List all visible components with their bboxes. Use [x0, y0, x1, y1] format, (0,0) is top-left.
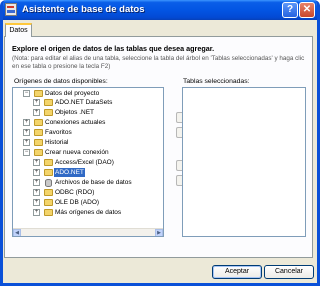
database-icon — [45, 179, 52, 187]
folder-icon — [44, 199, 53, 206]
expand-icon[interactable]: + — [23, 139, 30, 146]
tree-item-label: Datos del proyecto — [45, 90, 100, 97]
folder-icon — [34, 149, 43, 156]
tree-item-label: Conexiones actuales — [45, 119, 106, 126]
expand-icon[interactable]: + — [23, 119, 30, 126]
tree-item-label: Favoritos — [45, 129, 72, 136]
folder-icon — [34, 90, 43, 97]
scroll-left-icon[interactable]: ◀ — [13, 229, 21, 236]
scroll-right-icon[interactable]: ▶ — [155, 229, 163, 236]
title-bar[interactable]: Asistente de base de datos ? ✕ — [3, 0, 317, 20]
window-title: Asistente de base de datos — [22, 4, 145, 15]
collapse-icon[interactable]: − — [23, 90, 30, 97]
collapse-icon[interactable]: − — [23, 149, 30, 156]
folder-icon — [34, 129, 43, 136]
folder-icon — [44, 209, 53, 216]
cancel-button[interactable]: Cancelar — [264, 265, 314, 279]
selected-tables-list[interactable] — [182, 87, 306, 237]
expand-icon[interactable]: + — [33, 209, 40, 216]
tree-item-label: Historial — [45, 139, 69, 146]
tree-item-label: ADO.NET — [54, 168, 85, 177]
accept-button[interactable]: Aceptar — [212, 265, 262, 279]
expand-icon[interactable]: + — [33, 109, 40, 116]
expand-icon[interactable]: + — [33, 159, 40, 166]
available-sources-label: Orígenes de datos disponibles: — [14, 78, 108, 85]
tree-item-label: OLE DB (ADO) — [55, 199, 100, 206]
expand-icon[interactable]: + — [33, 179, 40, 186]
expand-icon[interactable]: + — [23, 129, 30, 136]
folder-icon — [34, 119, 43, 126]
page-heading: Explore el origen de datos de las tablas… — [12, 44, 215, 53]
horizontal-scrollbar[interactable]: ◀ ▶ — [13, 228, 163, 236]
folder-icon — [44, 109, 53, 116]
close-button[interactable]: ✕ — [299, 2, 315, 18]
instruction-note: (Nota: para editar el alias de una tabla… — [12, 55, 305, 70]
tree-item-label: ODBC (RDO) — [55, 189, 95, 196]
tab-datos[interactable]: Datos — [5, 23, 32, 37]
tree-item-label: Archivos de base de datos — [55, 179, 132, 186]
expand-icon[interactable]: + — [33, 189, 40, 196]
tree-item-label: ADO.NET DataSets — [55, 99, 113, 106]
folder-icon — [44, 169, 53, 176]
folder-icon — [34, 139, 43, 146]
folder-icon — [44, 99, 53, 106]
folder-icon — [44, 189, 53, 196]
tree-item-label: Más orígenes de datos — [55, 209, 122, 216]
tree-item-label: Crear nueva conexión — [45, 149, 109, 156]
tree-item-label: Objetos .NET — [55, 109, 95, 116]
data-sources-tree[interactable]: − Datos del proyecto + ADO.NET DataSets … — [12, 87, 164, 237]
expand-icon[interactable]: + — [33, 99, 40, 106]
expand-icon[interactable]: + — [33, 169, 40, 176]
expand-icon[interactable]: + — [33, 199, 40, 206]
folder-icon — [44, 159, 53, 166]
tree-item-label: Access/Excel (DAO) — [55, 159, 114, 166]
database-app-icon — [5, 3, 17, 16]
help-button[interactable]: ? — [282, 2, 298, 18]
selected-tables-label: Tablas seleccionadas: — [183, 78, 250, 85]
